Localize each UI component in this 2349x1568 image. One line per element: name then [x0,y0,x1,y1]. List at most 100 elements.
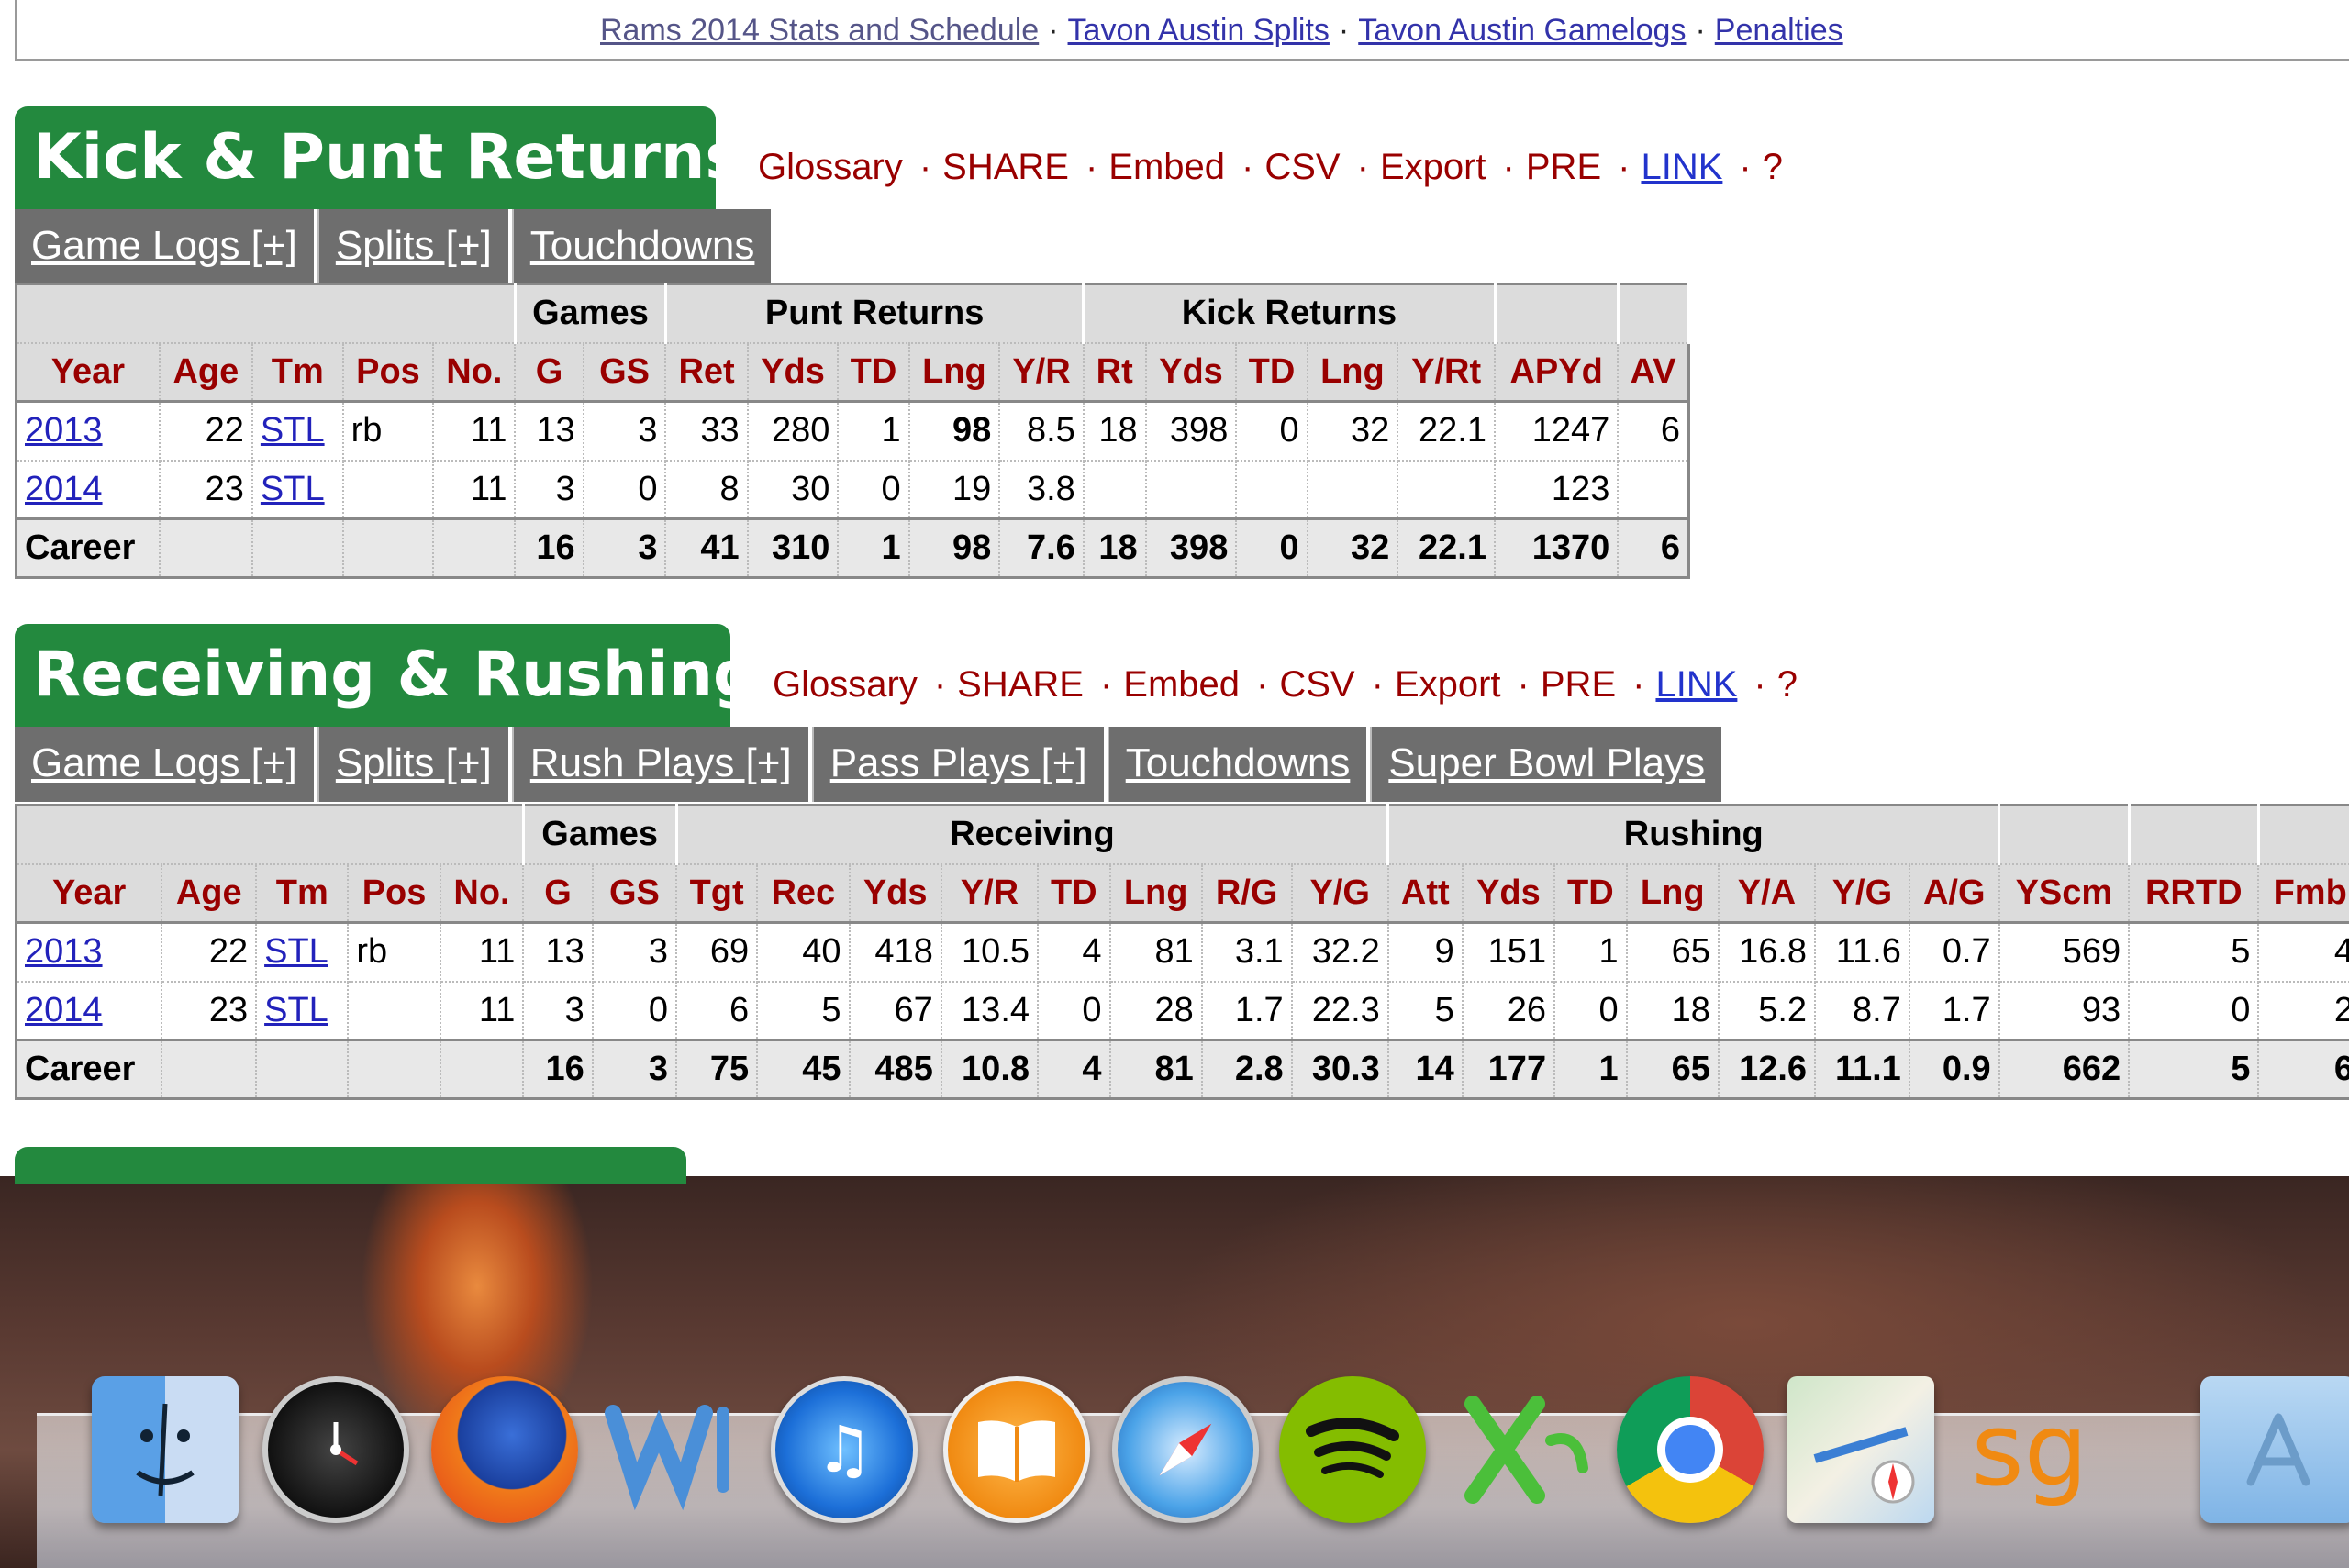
column-header[interactable]: TD [1236,342,1308,403]
export-link[interactable]: Export [1380,147,1486,187]
column-header[interactable]: APYd [1495,342,1620,403]
word-icon[interactable] [595,1376,741,1523]
tab-touchdowns[interactable]: Touchdowns [1107,727,1367,802]
column-header[interactable]: R/G [1201,863,1293,924]
embed-link[interactable]: Embed [1123,664,1240,705]
column-header[interactable]: GS [592,863,678,924]
column-header[interactable]: Pos [348,863,441,924]
column-header[interactable]: Yds [1145,342,1238,403]
column-header[interactable]: G [523,863,594,924]
column-header[interactable]: Yds [747,342,840,403]
column-header[interactable]: Year [16,342,161,403]
firefox-icon[interactable] [431,1376,578,1523]
link-penalties[interactable]: Penalties [1715,13,1843,48]
tab-rush-plays[interactable]: Rush Plays [+] [511,727,808,802]
year-link[interactable]: 2013 [25,411,103,450]
column-header[interactable]: Y/R [941,863,1040,924]
column-header[interactable]: Y/R [999,342,1085,403]
link-rams-2014[interactable]: Rams 2014 Stats and Schedule [600,13,1039,48]
column-header[interactable]: Tm [251,342,344,403]
tab-game-logs[interactable]: Game Logs [+] [15,727,314,802]
column-header[interactable]: Year [16,863,163,924]
help-link[interactable]: ? [1777,664,1798,705]
column-header[interactable]: GS [583,342,667,403]
column-header[interactable]: Age [159,342,253,403]
safari-icon[interactable] [1112,1376,1259,1523]
column-header[interactable]: Age [161,863,258,924]
excel-icon[interactable] [1450,1376,1597,1523]
column-header[interactable]: No. [433,342,517,403]
column-header[interactable]: YScm [1998,863,2131,924]
column-header[interactable]: A/G [1909,863,2000,924]
glossary-link[interactable]: Glossary [758,147,903,187]
column-header[interactable]: G [515,342,584,403]
help-link[interactable]: ? [1763,147,1783,187]
table-cell: 569 [1998,922,2131,983]
spotify-icon[interactable] [1279,1376,1426,1523]
csv-link[interactable]: CSV [1279,664,1354,705]
table-cell [1236,460,1308,520]
csv-link[interactable]: CSV [1264,147,1340,187]
link-tavon-gamelogs[interactable]: Tavon Austin Gamelogs [1358,13,1686,48]
team-link-cell: STL [251,460,344,520]
column-header[interactable]: Y/G [1815,863,1910,924]
column-header[interactable]: Y/G [1291,863,1389,924]
column-header[interactable]: TD [838,342,910,403]
pre-link[interactable]: PRE [1526,147,1601,187]
dashboard-icon[interactable] [262,1376,409,1523]
column-header[interactable]: Yds [1462,863,1556,924]
tab-pass-plays[interactable]: Pass Plays [+] [811,727,1104,802]
column-header[interactable]: Att [1387,863,1464,924]
column-header[interactable]: Tgt [676,863,759,924]
column-header[interactable]: Ret [665,342,749,403]
related-links-bar: Rams 2014 Stats and Schedule · Tavon Austi… [15,0,2349,61]
team-link[interactable]: STL [261,411,325,450]
share-link[interactable]: SHARE [942,147,1069,187]
tab-splits[interactable]: Splits [+] [317,727,508,802]
team-link[interactable]: STL [264,991,328,1029]
year-link[interactable]: 2013 [25,932,103,971]
team-link[interactable]: STL [264,932,328,971]
year-link[interactable]: 2014 [25,991,103,1029]
permalink-link[interactable]: LINK [1655,664,1737,705]
permalink-link[interactable]: LINK [1641,147,1722,187]
column-header[interactable]: Rec [757,863,851,924]
column-header[interactable]: Pos [342,342,435,403]
column-header[interactable]: TD [1038,863,1111,924]
column-header[interactable]: RRTD [2129,863,2260,924]
ibooks-icon[interactable] [943,1376,1090,1523]
sg-icon[interactable]: sg [1956,1376,2103,1523]
table-cell [1397,460,1496,520]
table-cell: 81 [1109,1039,1203,1100]
tab-super-bowl-plays[interactable]: Super Bowl Plays [1370,727,1722,802]
column-header[interactable]: No. [440,863,525,924]
column-header[interactable]: Yds [849,863,942,924]
applications-folder-icon[interactable] [2200,1376,2349,1523]
column-header[interactable]: TD [1554,863,1628,924]
chrome-icon[interactable] [1617,1376,1764,1523]
link-tavon-splits[interactable]: Tavon Austin Splits [1068,13,1330,48]
column-header[interactable]: Y/A [1718,863,1817,924]
tab-game-logs[interactable]: Game Logs [+] [15,209,314,284]
team-link[interactable]: STL [261,470,325,508]
embed-link[interactable]: Embed [1108,147,1225,187]
maps-icon[interactable] [1787,1376,1934,1523]
year-link[interactable]: 2014 [25,470,103,508]
column-header[interactable]: Tm [256,863,350,924]
glossary-link[interactable]: Glossary [773,664,918,705]
column-header[interactable]: Y/Rt [1397,342,1496,403]
tab-splits[interactable]: Splits [+] [317,209,508,284]
column-header[interactable]: Lng [908,342,1001,403]
export-link[interactable]: Export [1395,664,1501,705]
share-link[interactable]: SHARE [957,664,1084,705]
column-header[interactable]: Lng [1109,863,1203,924]
column-header[interactable]: Lng [1307,342,1399,403]
finder-icon[interactable] [92,1376,239,1523]
tab-touchdowns[interactable]: Touchdowns [511,209,772,284]
itunes-icon[interactable]: ♫ [771,1376,918,1523]
column-header[interactable]: Fmb [2258,863,2349,924]
pre-link[interactable]: PRE [1541,664,1616,705]
column-header[interactable]: Rt [1083,342,1147,403]
column-header[interactable]: Lng [1626,863,1720,924]
column-header[interactable]: AV [1618,342,1690,403]
